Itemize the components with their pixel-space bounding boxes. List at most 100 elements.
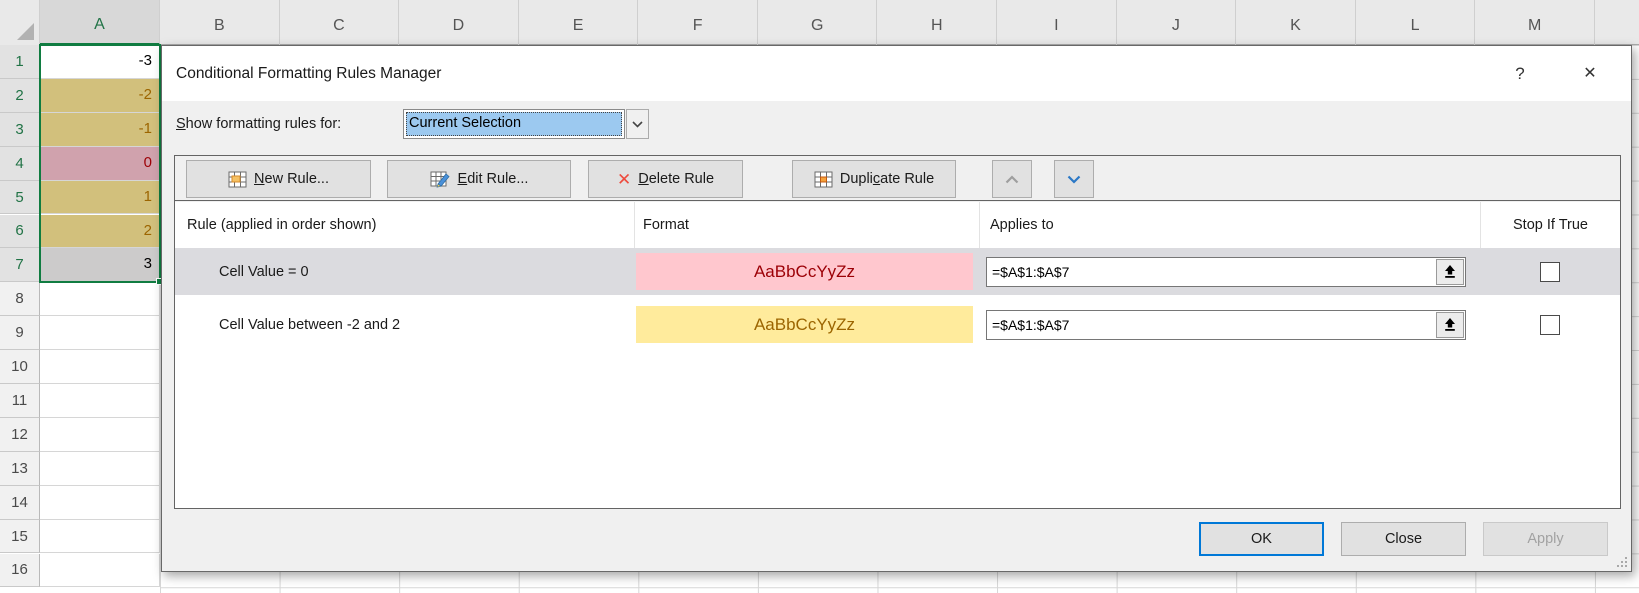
stop-if-true-checkbox[interactable] (1540, 262, 1560, 282)
sheet-row-13: 13 (0, 452, 160, 486)
new-rule-grid-icon (228, 171, 247, 188)
cell-a12[interactable] (40, 418, 160, 452)
row-header-15[interactable]: 15 (0, 520, 40, 554)
column-stop-if-true: Stop If True (1480, 202, 1620, 248)
row-header-13[interactable]: 13 (0, 452, 40, 486)
column-header-b[interactable]: B (160, 0, 280, 45)
column-header-e[interactable]: E (519, 0, 639, 45)
cell-a14[interactable] (40, 486, 160, 520)
new-rule-button[interactable]: New Rule... (186, 160, 371, 198)
column-header-partial (1595, 0, 1639, 45)
dialog-titlebar[interactable]: Conditional Formatting Rules Manager ? ✕ (162, 46, 1631, 101)
column-applies-to: Applies to (979, 202, 1480, 248)
cell-a4[interactable]: 0 (40, 147, 160, 181)
sheet-row-2: 2-2 (0, 79, 160, 113)
cell-a15[interactable] (40, 520, 160, 554)
duplicate-rule-label: Duplicate Rule (840, 171, 934, 187)
sheet-row-9: 9 (0, 316, 160, 350)
row-header-7[interactable]: 7 (0, 248, 40, 282)
cell-a6[interactable]: 2 (40, 215, 160, 249)
edit-rule-pencil-icon (430, 171, 451, 188)
cell-a5[interactable]: 1 (40, 181, 160, 215)
cell-a11[interactable] (40, 384, 160, 418)
row-header-14[interactable]: 14 (0, 486, 40, 520)
sheet-row-16: 16 (0, 554, 160, 588)
rule-description: Cell Value between -2 and 2 (175, 317, 634, 333)
row-header-5[interactable]: 5 (0, 181, 40, 215)
row-header-1[interactable]: 1 (0, 45, 40, 79)
collapse-arrow-icon (1443, 317, 1457, 332)
cell-a9[interactable] (40, 316, 160, 350)
stop-if-true-checkbox[interactable] (1540, 315, 1560, 335)
edit-rule-button[interactable]: Edit Rule... (387, 160, 571, 198)
cell-a8[interactable] (40, 282, 160, 316)
column-header-c[interactable]: C (280, 0, 400, 45)
close-icon[interactable]: ✕ (1575, 46, 1605, 101)
close-button[interactable]: Close (1341, 522, 1466, 556)
duplicate-rule-button[interactable]: Duplicate Rule (792, 160, 956, 198)
sheet-row-7: 73 (0, 248, 160, 282)
sheet-row-5: 51 (0, 181, 160, 215)
select-all-triangle-icon (17, 23, 34, 40)
delete-x-icon: ✕ (617, 171, 631, 188)
sheet-row-1: 1-3 (0, 45, 160, 79)
sheet-row-14: 14 (0, 486, 160, 520)
column-header-a[interactable]: A (40, 0, 160, 45)
ok-button[interactable]: OK (1199, 522, 1324, 556)
row-header-8[interactable]: 8 (0, 282, 40, 316)
show-rules-dropdown[interactable]: Current Selection (403, 109, 649, 139)
applies-to-input[interactable]: =$A$1:$A$7 (986, 257, 1466, 287)
row-header-12[interactable]: 12 (0, 418, 40, 452)
column-format: Format (634, 202, 979, 248)
delete-rule-button[interactable]: ✕ Delete Rule (588, 160, 743, 198)
collapse-dialog-button[interactable] (1436, 312, 1464, 338)
new-rule-label: New Rule... (254, 171, 329, 187)
cell-a1[interactable]: -3 (40, 45, 160, 79)
move-rule-up-button[interactable] (992, 160, 1032, 198)
column-header-i[interactable]: I (997, 0, 1117, 45)
cell-a3[interactable]: -1 (40, 113, 160, 147)
resize-grip[interactable] (1615, 555, 1628, 568)
cell-a10[interactable] (40, 350, 160, 384)
apply-button[interactable]: Apply (1483, 522, 1608, 556)
dropdown-field[interactable]: Current Selection (403, 109, 625, 139)
row-header-16[interactable]: 16 (0, 554, 40, 588)
column-header-f[interactable]: F (638, 0, 758, 45)
column-header-h[interactable]: H (877, 0, 997, 45)
cell-a2[interactable]: -2 (40, 79, 160, 113)
row-header-2[interactable]: 2 (0, 79, 40, 113)
cell-a7[interactable]: 3 (40, 248, 160, 282)
collapse-arrow-icon (1443, 264, 1457, 279)
column-header-j[interactable]: J (1117, 0, 1237, 45)
rule-description: Cell Value = 0 (175, 264, 634, 280)
column-header-m[interactable]: M (1475, 0, 1595, 45)
conditional-formatting-rules-manager-dialog: Conditional Formatting Rules Manager ? ✕… (161, 45, 1632, 572)
column-header-k[interactable]: K (1236, 0, 1356, 45)
cell-a13[interactable] (40, 452, 160, 486)
collapse-dialog-button[interactable] (1436, 259, 1464, 285)
applies-to-input[interactable]: =$A$1:$A$7 (986, 310, 1466, 340)
column-header-d[interactable]: D (399, 0, 519, 45)
sheet-row-11: 11 (0, 384, 160, 418)
row-header-6[interactable]: 6 (0, 215, 40, 249)
column-header-row: A B C D E F G H I J K L M (0, 0, 1639, 45)
dialog-title: Conditional Formatting Rules Manager (176, 46, 441, 101)
cell-a16[interactable] (40, 554, 160, 588)
rule-row-2[interactable]: Cell Value between -2 and 2 AaBbCcYyZz =… (175, 301, 1620, 348)
row-header-9[interactable]: 9 (0, 316, 40, 350)
rules-frame: New Rule... Edit Rule... ✕ Delete Rule D… (174, 155, 1621, 509)
rule-row-1[interactable]: Cell Value = 0 AaBbCcYyZz =$A$1:$A$7 (175, 248, 1620, 295)
help-button[interactable]: ? (1505, 46, 1535, 101)
column-rule: Rule (applied in order shown) (175, 217, 634, 233)
row-header-4[interactable]: 4 (0, 147, 40, 181)
column-header-g[interactable]: G (758, 0, 878, 45)
move-rule-down-button[interactable] (1054, 160, 1094, 198)
row-header-3[interactable]: 3 (0, 113, 40, 147)
row-header-10[interactable]: 10 (0, 350, 40, 384)
sheet-row-10: 10 (0, 350, 160, 384)
excel-window: A B C D E F G H I J K L M 1-3 2-2 3-1 40… (0, 0, 1639, 593)
select-all-button[interactable] (0, 0, 40, 45)
dropdown-chevron-button[interactable] (626, 109, 649, 139)
column-header-l[interactable]: L (1356, 0, 1476, 45)
row-header-11[interactable]: 11 (0, 384, 40, 418)
